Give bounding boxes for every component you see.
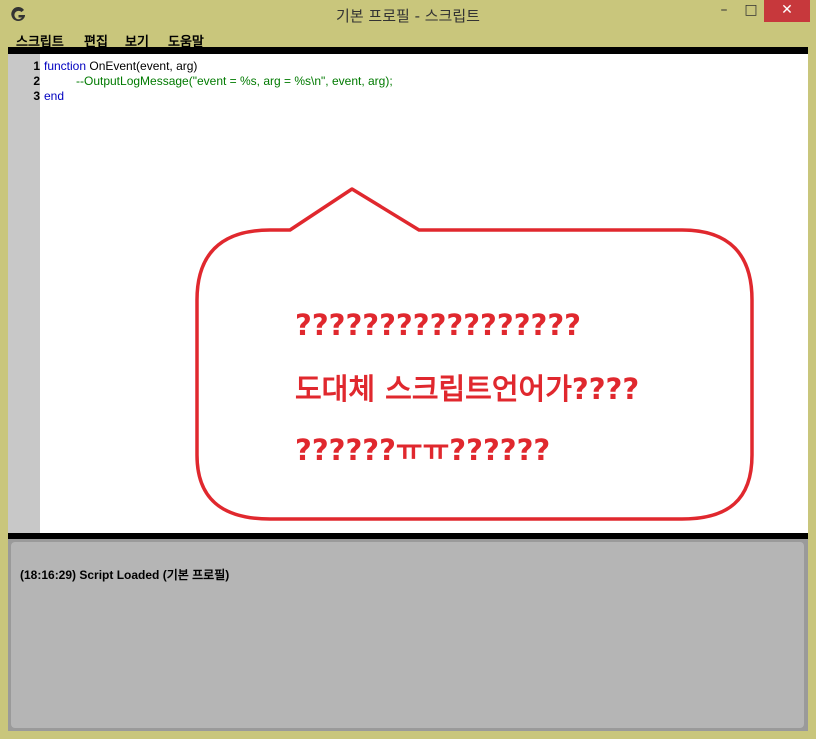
annotation-line-3: ??????ㅠㅠ?????? bbox=[295, 433, 551, 467]
log-message: (18:16:29) Script Loaded (기본 프로필) bbox=[20, 568, 230, 582]
annotation-line-2: 도대체 스크립트언어가???? bbox=[295, 372, 640, 406]
annotation-line-1: ????????????????? bbox=[295, 308, 581, 342]
